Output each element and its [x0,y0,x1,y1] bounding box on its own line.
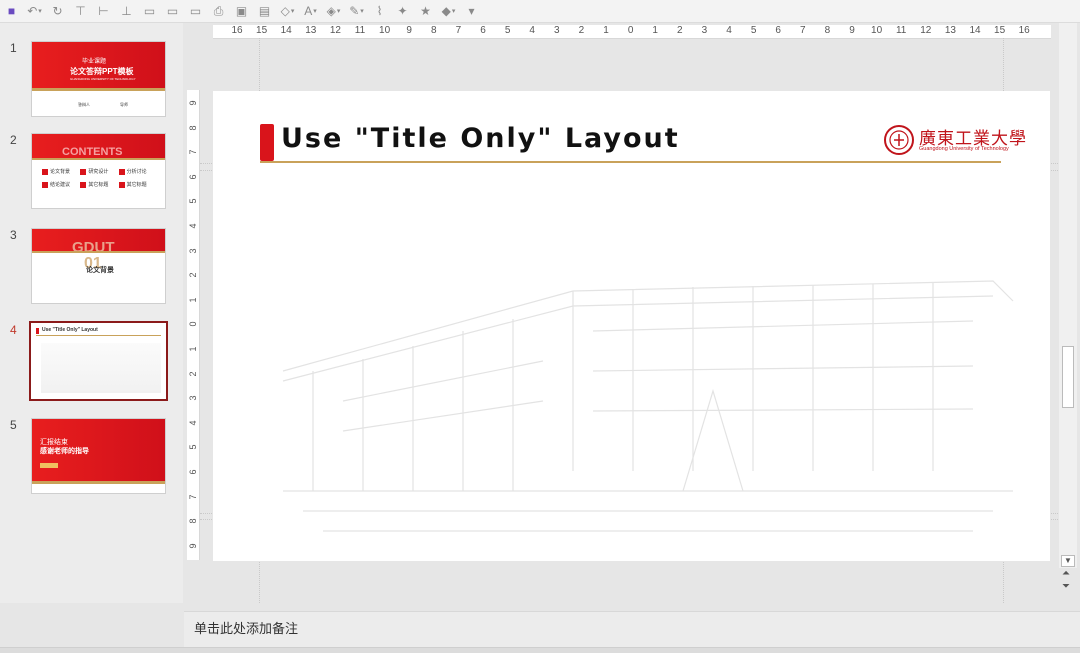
ruler-tick-label: 5 [188,444,198,450]
ruler-tick-label: 8 [824,25,831,36]
ruler-tick-label: 11 [895,25,907,36]
eraser-icon[interactable]: ◆ ▾ [437,1,460,21]
ruler-tick-label: 2 [578,25,585,36]
ruler-tick-label: 14 [280,25,292,36]
ruler-tick-label: 11 [354,25,366,36]
image-icon[interactable]: ▤ [253,1,276,21]
fill-icon[interactable]: ◈ ▾ [322,1,345,21]
ruler-tick-label: 13 [944,25,956,36]
ruler-tick-label: 12 [920,25,932,36]
ruler-tick-label: 2 [188,272,198,278]
ruler-tick-label: 9 [188,543,198,549]
ruler-tick-label: 9 [406,25,412,36]
ruler-tick-label: 3 [554,25,560,36]
font-color-icon[interactable]: A ▾ [299,1,322,21]
redo-icon[interactable]: ↻ [46,1,69,21]
ruler-tick-label: 9 [849,25,855,36]
ruler-tick-label: 4 [188,420,198,426]
ruler-tick-label: 5 [188,198,198,204]
align-bottom-icon[interactable]: ⊥ [115,1,138,21]
ruler-tick-label: 8 [188,518,198,524]
university-logo: 廣東工業大學 Guangdong University of Technolog… [883,124,1026,158]
ruler-tick-label: 15 [256,25,268,36]
save-icon[interactable]: ■ [0,1,23,21]
ruler-tick-label: 2 [188,371,198,377]
notes-placeholder[interactable]: 单击此处添加备注 [194,618,298,637]
next-slide-icon[interactable]: ⏷ [1062,581,1070,592]
ruler-tick-label: 1 [652,25,658,36]
ruler-tick-label: 8 [431,25,437,36]
slide-thumbnails-panel: 1 毕业课题 论文答辩PPT模板 GUANGDONG UNIVERSITY OF… [0,23,183,603]
ruler-tick-label: 2 [677,25,683,36]
ruler-tick-label: 1 [188,297,198,303]
ruler-tick-label: 7 [800,25,806,36]
ruler-tick-label: 7 [188,149,198,155]
status-bar [0,647,1080,653]
horizontal-ruler[interactable]: 16 15 14 13 12 11 10 9 8 7 6 5 4 3 2 1 0 1 2 3 4 5 6 7 8 9 10 11 12 1… [213,25,1051,39]
university-seal-icon [884,125,914,155]
vertical-scrollbar[interactable] [1059,23,1077,568]
align-right-icon[interactable]: ▭ [184,1,207,21]
quick-access-toolbar: ■ ↶ ▾ ↻ ⊤ ⊢ ⊥ ▭ ▭ ▭ ⎙ ▣ ▤ ◇ ▾ A ▾ ◈ ▾ ✎ ▾ ⌇ ✦… [0,0,1080,23]
ruler-tick-label: 4 [726,25,732,36]
ruler-tick-label: 13 [305,25,317,36]
ruler-tick-label: 3 [701,25,708,36]
format-painter-icon[interactable]: ⌇ [368,1,391,21]
campus-sketch-background [282,280,1014,532]
title-accent-bar [260,124,274,161]
ruler-tick-label: 0 [627,25,634,36]
ruler-tick-label: 5 [504,25,511,36]
ruler-tick-label: 0 [188,321,198,327]
ruler-tick-label: 10 [379,25,391,36]
ruler-tick-label: 1 [603,25,609,36]
slide-canvas[interactable]: Use "Title Only" Layout 廣東工業大學 Guangdong… [213,91,1050,561]
ruler-tick-label: 4 [529,25,535,36]
scroll-down-icon[interactable]: ▼ [1061,555,1075,567]
ruler-tick-label: 9 [188,100,198,106]
ruler-tick-label: 10 [871,25,883,36]
ruler-tick-label: 16 [1018,25,1030,36]
align-center-icon[interactable]: ▭ [161,1,184,21]
slide-title[interactable]: Use "Title Only" Layout [281,123,680,154]
ruler-tick-label: 7 [188,494,198,500]
undo-icon[interactable]: ↶ ▾ [23,1,46,21]
print-icon[interactable]: ⎙ [207,1,230,21]
ruler-tick-label: 6 [775,25,781,36]
ruler-tick-label: 7 [455,25,462,36]
previous-slide-icon[interactable]: ⏶ [1062,568,1070,579]
notes-pane[interactable]: 单击此处添加备注 [184,611,1080,648]
picture-icon[interactable]: ▣ [230,1,253,21]
ruler-tick-label: 4 [188,223,198,229]
ruler-tick-label: 14 [969,25,981,36]
ruler-tick-label: 6 [188,469,198,475]
align-top-icon[interactable]: ⊤ [69,1,92,21]
align-middle-icon[interactable]: ⊢ [92,1,115,21]
vertical-ruler[interactable]: 9 8 7 6 5 4 3 2 1 0 1 2 3 4 5 6 7 8 9 [187,90,200,560]
ruler-tick-label: 15 [994,25,1006,36]
ruler-tick-label: 6 [480,25,486,36]
ruler-tick-label: 12 [329,25,341,36]
outline-icon[interactable]: ✎ ▾ [345,1,368,21]
scrollbar-thumb[interactable] [1062,346,1074,408]
ruler-tick-label: 3 [188,395,198,401]
title-underline [260,161,1001,163]
ruler-tick-label: 16 [231,25,243,36]
ruler-tick-label: 8 [188,125,198,131]
ruler-tick-label: 1 [188,346,198,352]
align-left-icon[interactable]: ▭ [138,1,161,21]
magic-icon[interactable]: ✦ [391,1,414,21]
shape-icon[interactable]: ◇ ▾ [276,1,299,21]
ruler-tick-label: 3 [188,248,198,254]
ruler-tick-label: 6 [188,174,198,180]
ruler-tick-label: 5 [750,25,757,36]
more-icon[interactable]: ▾ [460,1,483,21]
star-icon[interactable]: ★ [414,1,437,21]
